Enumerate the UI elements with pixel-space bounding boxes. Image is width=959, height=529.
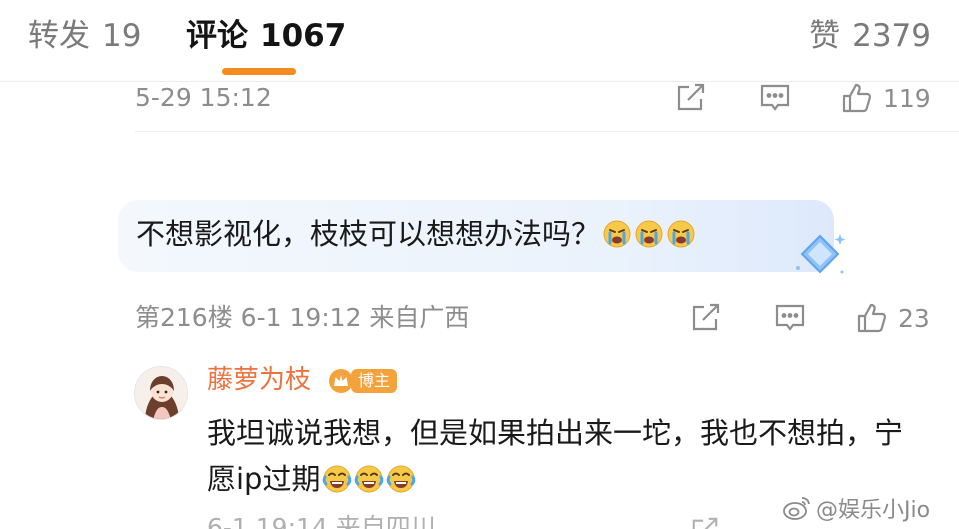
laughing-crying-emoji <box>387 465 416 493</box>
prev-comment-share-button[interactable] <box>675 78 707 118</box>
thumbs-up-icon <box>842 83 872 113</box>
tab-like-count: 2379 <box>852 18 931 54</box>
share-icon[interactable] <box>690 516 720 529</box>
weibo-logo-icon <box>783 497 810 520</box>
prev-comment-meta-row: 5-29 15:12 119 <box>135 78 935 118</box>
avatar-image <box>135 367 187 419</box>
tab-comment-count: 1067 <box>260 18 347 54</box>
badge-label: 博主 <box>351 369 398 393</box>
tab-like[interactable]: 赞 2379 <box>809 16 931 56</box>
blogger-badge: 博主 <box>327 366 398 396</box>
comment-meta: 第216楼 6-1 19:12 来自广西 <box>135 303 470 332</box>
comment-like-count: 23 <box>898 303 930 333</box>
watermark: @娱乐小Jio <box>782 491 930 525</box>
crying-emoji <box>667 220 695 248</box>
thumbs-up-icon <box>857 303 887 333</box>
tab-bar: 转发 19 评论 1067 赞 2379 <box>0 0 959 82</box>
reply-body: 我坦诚说我想，但是如果拍出来一坨，我也不想拍，宁愿ip过期 <box>207 410 927 502</box>
prev-comment-like-button[interactable]: 119 <box>841 78 931 118</box>
prev-comment-like-count: 119 <box>883 83 931 113</box>
laughing-crying-emoji <box>323 465 352 493</box>
diamond-badge-icon <box>796 234 846 274</box>
laughing-crying-emoji <box>355 465 384 493</box>
prev-comment-reply-button[interactable] <box>759 78 791 118</box>
comment-reply-button[interactable] <box>774 298 806 338</box>
reply-meta: 6-1 19:14 来自四川 <box>207 513 436 529</box>
comment-like-button[interactable]: 23 <box>856 298 930 338</box>
tab-forward-label: 转发 <box>28 18 90 54</box>
crying-emoji <box>603 220 631 248</box>
tab-comment[interactable]: 评论 1067 <box>186 16 346 56</box>
crying-emoji <box>635 220 663 248</box>
avatar[interactable] <box>134 366 188 420</box>
tab-comment-label: 评论 <box>186 18 248 54</box>
comment-body: 不想影视化，枝枝可以想想办法吗？ <box>136 212 696 256</box>
comment-share-button[interactable] <box>690 298 722 338</box>
comment-meta-row: 第216楼 6-1 19:12 来自广西 23 <box>135 298 935 338</box>
comment-text: 不想影视化，枝枝可以想想办法吗？ <box>136 217 601 251</box>
reply-text: 我坦诚说我想，但是如果拍出来一坨，我也不想拍，宁愿ip过期 <box>207 416 904 496</box>
comment-icon <box>775 304 805 331</box>
tab-like-label: 赞 <box>809 18 841 54</box>
active-tab-indicator <box>222 68 296 75</box>
prev-comment-time: 5-29 15:12 <box>135 83 272 112</box>
comment-divider <box>135 131 959 132</box>
tab-forward-count: 19 <box>102 18 142 54</box>
tab-forward[interactable]: 转发 19 <box>28 16 141 56</box>
comment-icon <box>760 84 790 111</box>
share-icon <box>677 83 705 111</box>
share-icon <box>692 303 720 331</box>
watermark-text: @娱乐小Jio <box>816 498 931 523</box>
reply-username[interactable]: 藤萝为枝 <box>207 362 311 398</box>
